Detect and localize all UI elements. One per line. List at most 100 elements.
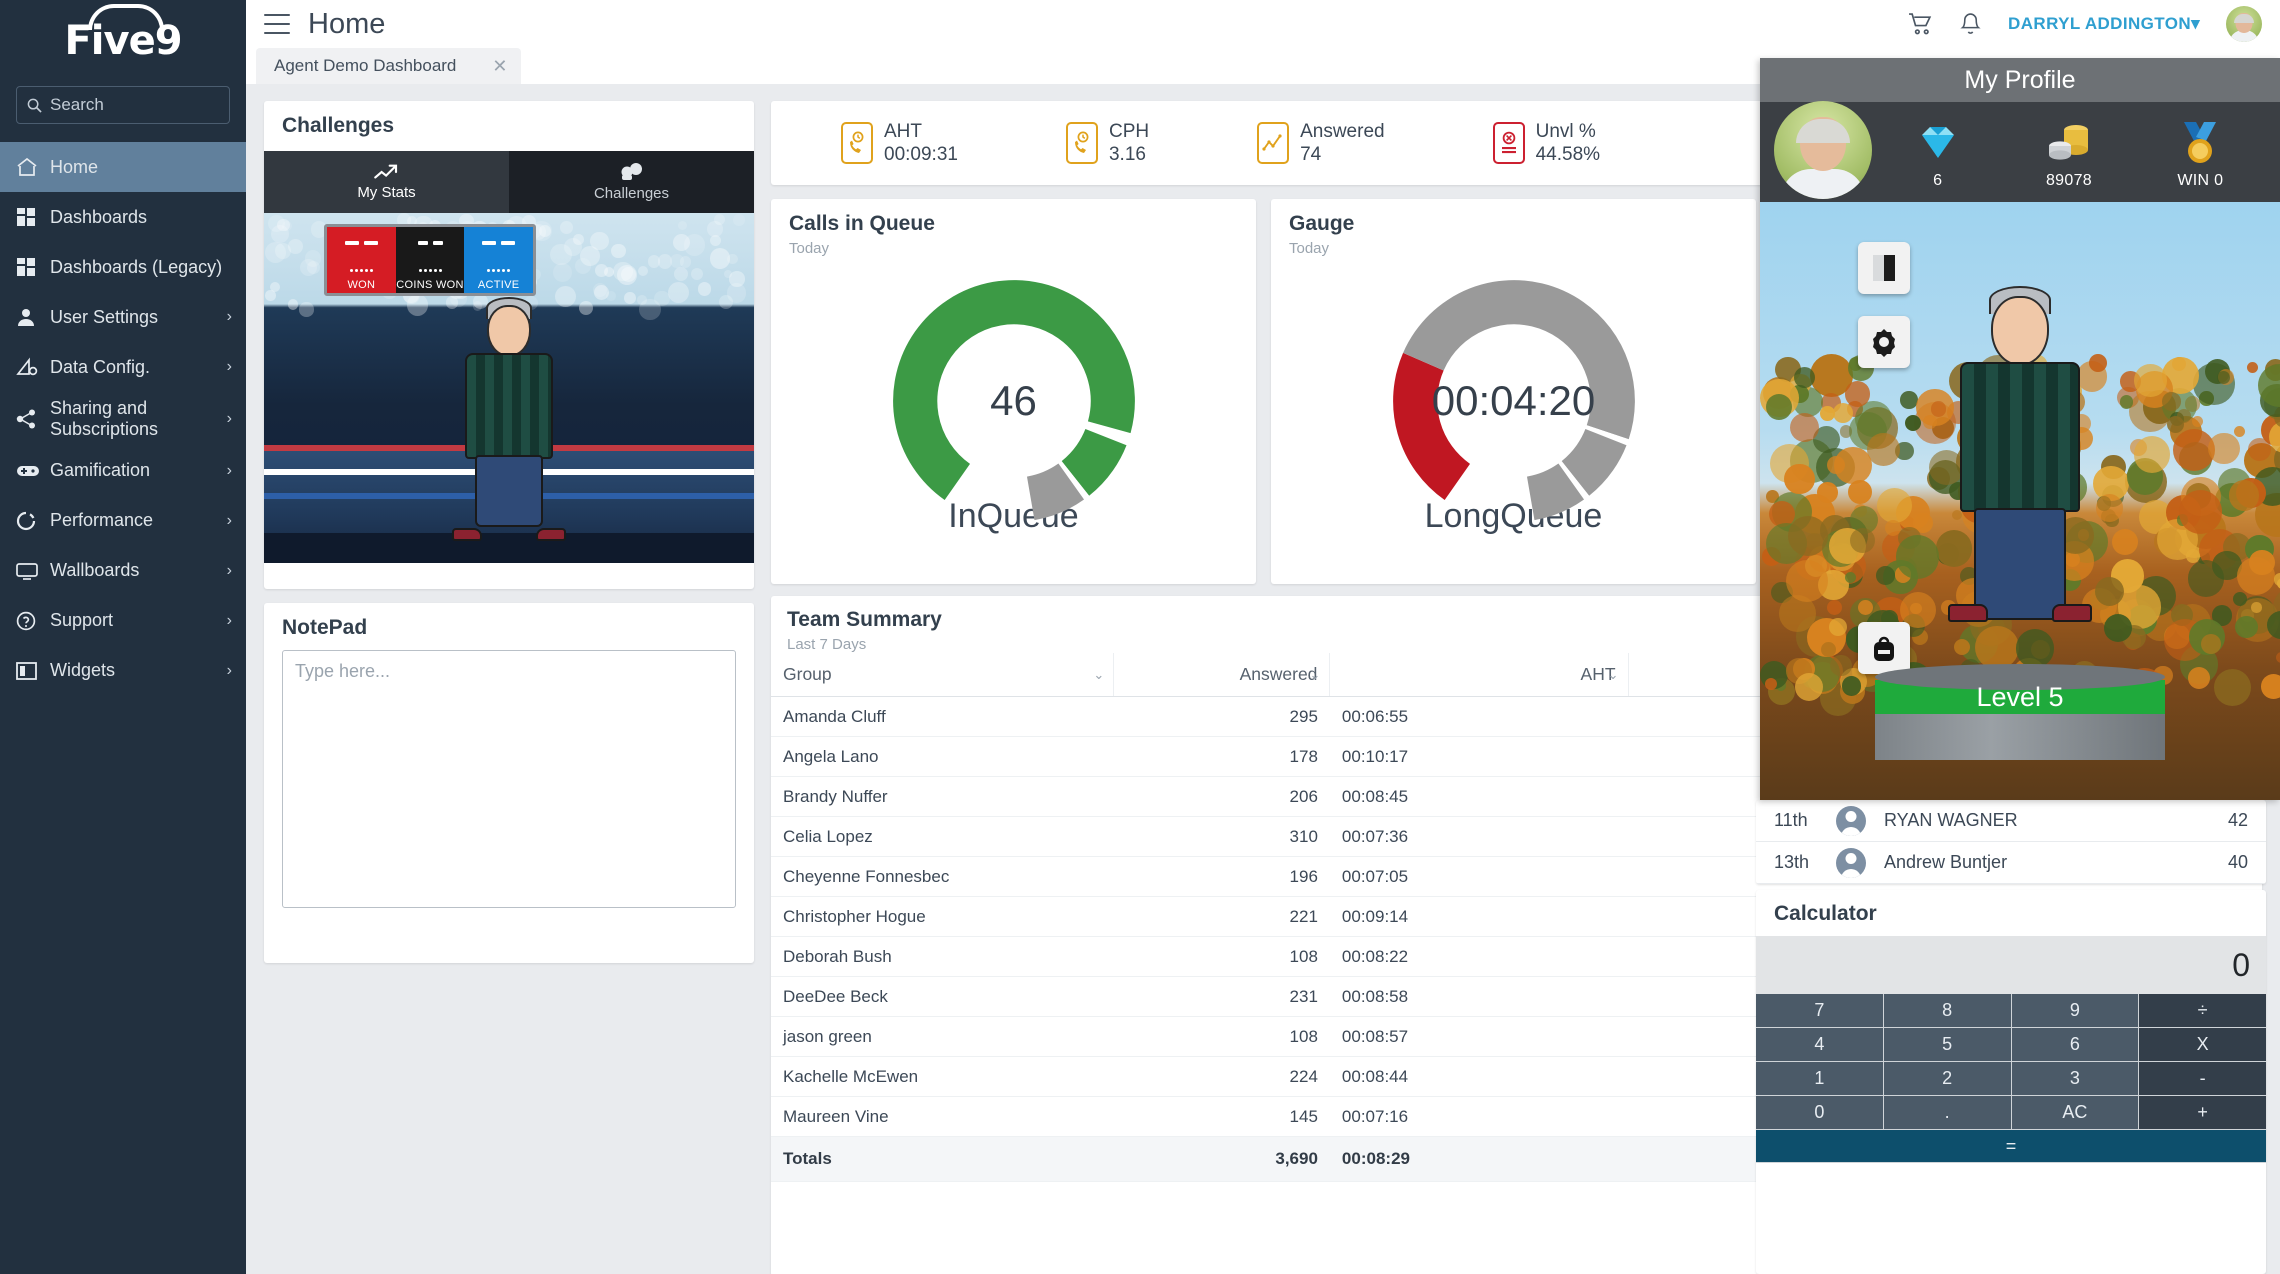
chevron-down-icon[interactable]: ⌄ xyxy=(1310,667,1321,683)
calc-key-7[interactable]: 7 xyxy=(1756,994,1883,1027)
cell-group: Maureen Vine xyxy=(771,1096,1114,1137)
sidebar-item-home[interactable]: Home xyxy=(0,142,246,192)
backpack-icon xyxy=(1874,636,1894,661)
sidebar-item-data-config[interactable]: Data Config. › xyxy=(0,342,246,392)
leaderboard-row[interactable]: 11th RYAN WAGNER 42 xyxy=(1756,800,2266,842)
calc-key-ac[interactable]: AC xyxy=(2011,1096,2139,1129)
cell-answered: 108 xyxy=(1113,936,1330,977)
challenges-title: Challenges xyxy=(282,114,395,137)
calc-key-equals[interactable]: = xyxy=(1756,1130,2266,1162)
notepad-input[interactable]: Type here... xyxy=(282,650,736,908)
sidebar-item-dashboards[interactable]: Dashboards xyxy=(0,192,246,242)
cell-answered: 145 xyxy=(1113,1096,1330,1137)
cloud-icon xyxy=(88,4,165,30)
kpi-label: AHT xyxy=(884,120,922,142)
calc-key-0[interactable]: 0 xyxy=(1756,1096,1883,1129)
leaderboard-score: 40 xyxy=(2227,852,2248,872)
column-header-aht[interactable]: AHT ⌄ xyxy=(1329,653,1629,697)
cell-aht: 00:10:17 xyxy=(1329,736,1629,777)
sidebar-item-label: User Settings xyxy=(50,306,159,327)
sidebar-item-sharing-and-subscriptions[interactable]: Sharing and Subscriptions › xyxy=(0,392,246,446)
kpi-value: 3.16 xyxy=(1108,144,1146,165)
chevron-down-icon[interactable]: ⌄ xyxy=(1608,667,1619,683)
chevron-right-icon: › xyxy=(226,561,232,579)
totals-answered: 3,690 xyxy=(1113,1136,1330,1182)
sidebar-item-dashboards-legacy[interactable]: Dashboards (Legacy) xyxy=(0,242,246,292)
foliage-blob xyxy=(2234,425,2246,437)
calc-key-8[interactable]: 8 xyxy=(1883,994,2011,1027)
crowd-dot xyxy=(709,235,722,247)
calc-key-6[interactable]: 6 xyxy=(2011,1028,2139,1061)
tab-my-stats[interactable]: My Stats xyxy=(264,151,509,213)
crowd-dot xyxy=(624,291,637,304)
calc-key-1[interactable]: 1 xyxy=(1756,1062,1883,1095)
cell-answered: 196 xyxy=(1113,856,1330,897)
calc-key-plus[interactable]: + xyxy=(2139,1096,2266,1129)
foliage-blob xyxy=(1849,527,1875,553)
sidebar-item-support[interactable]: Support › xyxy=(0,596,246,646)
close-icon[interactable]: ✕ xyxy=(492,56,507,77)
sidebar-item-performance[interactable]: Performance › xyxy=(0,496,246,546)
sidebar-item-label: Gamification xyxy=(50,460,151,481)
settings-button[interactable] xyxy=(1858,316,1910,368)
foliage-blob xyxy=(2249,549,2275,576)
foliage-blob xyxy=(1876,566,1895,585)
notification-bell-icon[interactable] xyxy=(1959,12,1982,37)
calc-key-2[interactable]: 2 xyxy=(1883,1062,2011,1095)
cell-group: DeeDee Beck xyxy=(771,976,1114,1017)
user-menu[interactable]: DARRYL ADDINGTON▾ xyxy=(2008,14,2200,34)
sidebar-item-user-settings[interactable]: User Settings › xyxy=(0,292,246,342)
calc-key-dot[interactable]: . xyxy=(1883,1096,2011,1129)
app-logo[interactable]: Five9 xyxy=(0,0,246,82)
calc-key-4[interactable]: 4 xyxy=(1756,1028,1883,1061)
crowd-dot xyxy=(638,265,649,277)
cell-aht: 00:07:36 xyxy=(1329,816,1629,857)
profile-stat-diamonds: 6 xyxy=(1872,114,2003,190)
crowd-dot xyxy=(288,238,304,254)
calc-key-3[interactable]: 3 xyxy=(2011,1062,2139,1095)
challenges-widget: Challenges My Stats Challenges WON COINS xyxy=(264,101,754,589)
calc-key-9[interactable]: 9 xyxy=(2011,994,2139,1027)
cart-icon[interactable] xyxy=(1908,12,1933,37)
hamburger-menu-icon[interactable] xyxy=(264,14,290,34)
boxing-gloves-icon xyxy=(621,163,642,180)
tab-agent-demo-dashboard[interactable]: Agent Demo Dashboard ✕ xyxy=(256,48,522,84)
notepad-title: NotePad xyxy=(282,616,368,639)
leaderboard-row[interactable]: 13th Andrew Buntjer 40 xyxy=(1756,842,2266,884)
leaderboard-rank: 11th xyxy=(1774,810,1808,830)
kpi-aht: AHT 00:09:31 xyxy=(841,120,958,166)
foliage-blob xyxy=(1816,482,1838,504)
sidebar-item-label: Widgets xyxy=(50,660,116,681)
person-avatar-icon xyxy=(1836,805,1866,836)
profile-photo[interactable] xyxy=(1774,101,1872,199)
chevron-right-icon: › xyxy=(226,358,232,375)
sidebar-item-wallboards[interactable]: Wallboards › xyxy=(0,546,246,596)
crowd-dot xyxy=(594,264,608,278)
kpi-label: CPH xyxy=(1108,120,1150,142)
search-input[interactable]: Search xyxy=(16,86,230,124)
scoreboard: WON COINS WON ACTIVE xyxy=(324,224,536,296)
calc-key-divide[interactable]: ÷ xyxy=(2139,994,2266,1027)
calc-key-minus[interactable]: - xyxy=(2139,1062,2266,1095)
gamepad-icon xyxy=(16,463,50,479)
book-button[interactable] xyxy=(1858,242,1910,294)
notepad-widget: NotePad Type here... xyxy=(264,603,754,963)
chevron-down-icon[interactable]: ⌄ xyxy=(1093,667,1104,683)
foliage-blob xyxy=(1827,600,1843,616)
book-icon xyxy=(1873,255,1895,281)
foliage-blob xyxy=(2208,432,2240,465)
leaderboard-name: RYAN WAGNER xyxy=(1884,810,2018,830)
calc-key-5[interactable]: 5 xyxy=(1883,1028,2011,1061)
column-header-answered[interactable]: Answered ⌄ xyxy=(1113,653,1331,697)
avatar[interactable] xyxy=(2226,6,2262,42)
sidebar-item-gamification[interactable]: Gamification › xyxy=(0,446,246,496)
tab-challenges[interactable]: Challenges xyxy=(509,151,754,213)
sidebar-item-widgets[interactable]: Widgets › xyxy=(0,646,246,696)
kpi-cph: CPH 3.16 xyxy=(1065,120,1150,166)
chevron-right-icon: › xyxy=(226,661,232,679)
calc-key-multiply[interactable]: X xyxy=(2139,1028,2266,1061)
foliage-blob xyxy=(2134,364,2167,398)
foliage-blob xyxy=(2187,559,2225,597)
column-header-group[interactable]: Group ⌄ xyxy=(771,653,1115,697)
gauge2-title: Gauge xyxy=(1289,212,1355,235)
